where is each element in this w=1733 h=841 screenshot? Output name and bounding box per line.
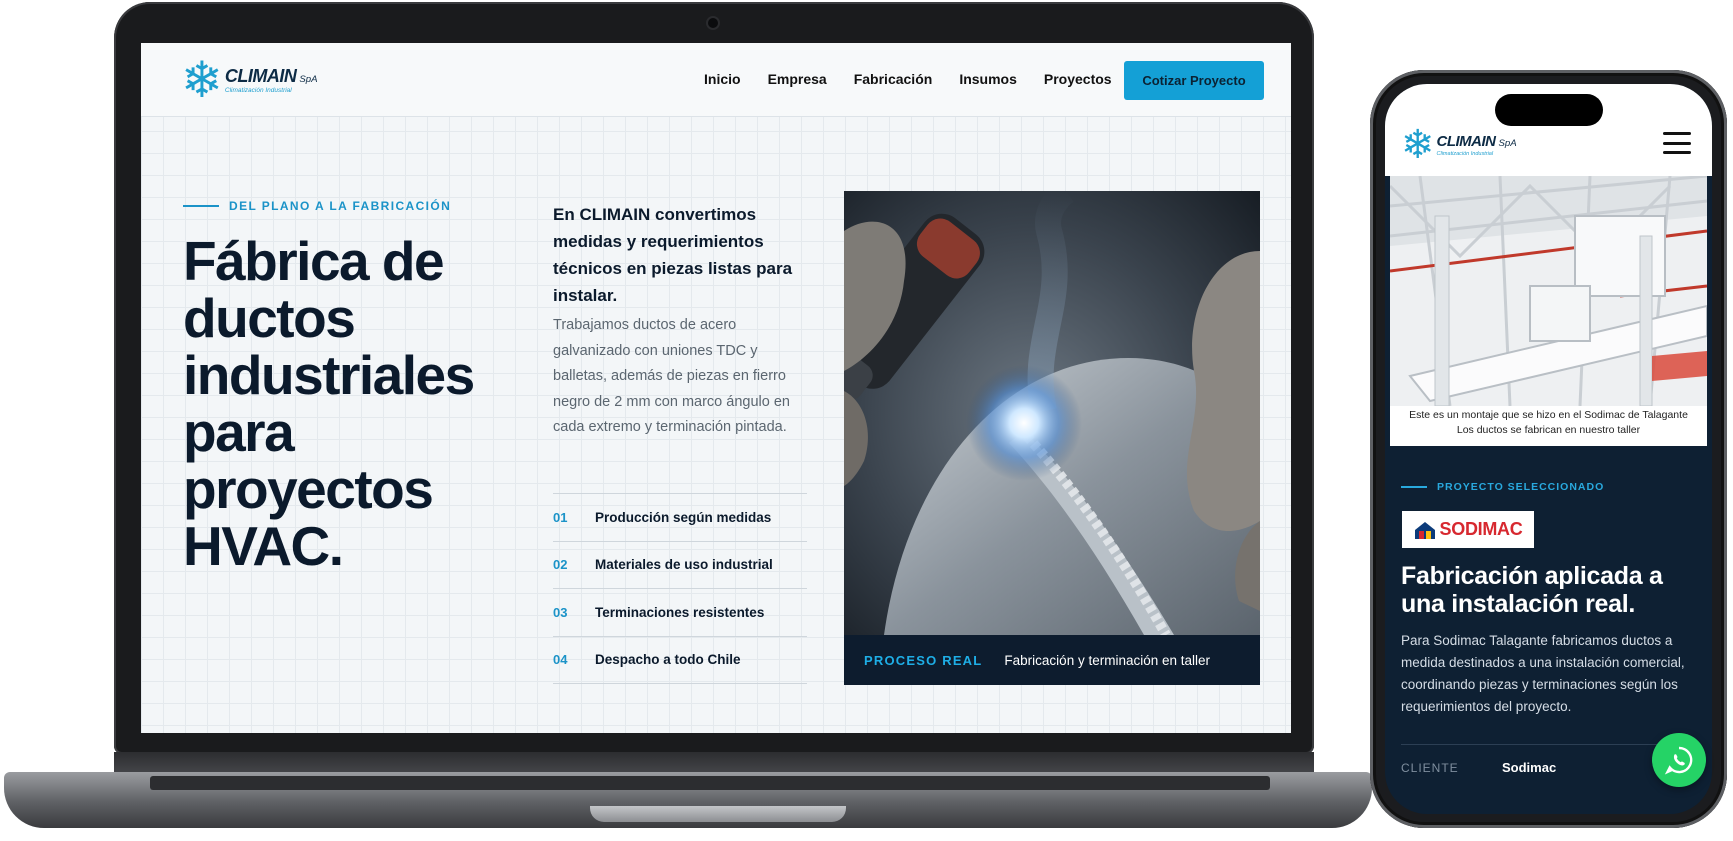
hero-eyebrow: DEL PLANO A LA FABRICACIÓN — [183, 199, 451, 213]
project-photo-card: Este es un montaje que se hizo en el Sod… — [1390, 176, 1707, 446]
project-title: Fabricación aplicada a una instalación r… — [1401, 562, 1663, 618]
list-item: 01 Producción según medidas — [553, 494, 807, 542]
eyebrow-text: PROYECTO SELECCIONADO — [1437, 481, 1605, 493]
logo-suffix: SpA — [299, 74, 318, 85]
feature-label: Producción según medidas — [595, 509, 772, 525]
device-mockup: ❄ CLIMAIN SpA Climatización Industrial In… — [0, 0, 1733, 841]
divider — [1401, 744, 1696, 745]
hamburger-menu-icon[interactable] — [1663, 132, 1691, 154]
sodimac-house-icon — [1414, 521, 1435, 539]
welding-image — [844, 191, 1260, 638]
welding-photo: PROCESO REAL Fabricación y terminación e… — [844, 191, 1260, 685]
eyebrow-rule — [183, 205, 219, 207]
mobile-eyebrow: PROYECTO SELECCIONADO — [1401, 481, 1604, 493]
whatsapp-button[interactable] — [1652, 733, 1706, 787]
photo-caption-label: PROCESO REAL — [864, 652, 983, 668]
nav-fabricacion[interactable]: Fabricación — [854, 71, 933, 87]
eyebrow-text: DEL PLANO A LA FABRICACIÓN — [229, 199, 452, 213]
phone-screen: ❄ CLIMAIN SpA Climatización Industrial E… — [1385, 84, 1712, 814]
project-description: Para Sodimac Talagante fabricamos ductos… — [1401, 633, 1685, 714]
photo-caption-text: Fabricación y terminación en taller — [1004, 652, 1211, 668]
laptop-trackpad-notch — [590, 806, 846, 822]
whatsapp-icon — [1664, 746, 1693, 775]
main-nav: Inicio Empresa Fabricación Insumos Proye… — [704, 71, 1112, 87]
feature-label: Despacho a todo Chile — [595, 652, 741, 668]
laptop-camera — [708, 18, 718, 28]
feature-label: Materiales de uso industrial — [595, 557, 773, 573]
laptop-screen: ❄ CLIMAIN SpA Climatización Industrial In… — [141, 43, 1291, 733]
hero-lead: En CLIMAIN convertimos medidas y requeri… — [553, 205, 793, 305]
cotizar-proyecto-button[interactable]: Cotizar Proyecto — [1124, 61, 1264, 100]
laptop-lid-bottom — [114, 752, 1314, 774]
feature-list: 01 Producción según medidas 02 Materiale… — [553, 493, 807, 684]
logo-tagline: Climatización Industrial — [224, 87, 292, 94]
caption-line-1: Este es un montaje que se hizo en el Sod… — [1409, 409, 1688, 421]
logo-brand: CLIMAIN — [224, 66, 297, 86]
ductwork-image — [1390, 176, 1707, 406]
climain-logo[interactable]: ❄ CLIMAIN SpA Climatización Industrial — [181, 51, 318, 109]
eyebrow-rule — [1401, 486, 1427, 488]
client-value: Sodimac — [1502, 760, 1557, 775]
phone-dynamic-island — [1495, 94, 1603, 126]
feature-number: 04 — [553, 652, 568, 668]
nav-proyectos[interactable]: Proyectos — [1044, 71, 1112, 87]
photo-caption: PROCESO REAL Fabricación y terminación e… — [844, 635, 1260, 685]
feature-number: 01 — [553, 509, 568, 525]
project-photo — [1390, 176, 1707, 406]
list-item: 02 Materiales de uso industrial — [553, 542, 807, 589]
nav-empresa[interactable]: Empresa — [768, 71, 827, 87]
list-item: 04 Despacho a todo Chile — [553, 637, 807, 684]
nav-insumos[interactable]: Insumos — [959, 71, 1017, 87]
feature-label: Terminaciones resistentes — [595, 604, 765, 620]
client-label: CLIENTE — [1401, 761, 1459, 775]
sodimac-logo: SODIMAC — [1402, 511, 1534, 548]
feature-number: 03 — [553, 604, 568, 620]
logo-suffix: SpA — [1498, 138, 1517, 149]
snowflake-logo-icon: ❄ — [1401, 122, 1435, 168]
list-item: 03 Terminaciones resistentes — [553, 589, 807, 637]
sodimac-wordmark: SODIMAC — [1439, 519, 1523, 539]
project-photo-caption: Este es un montaje que se hizo en el Sod… — [1390, 408, 1707, 438]
site-header: ❄ CLIMAIN SpA Climatización Industrial In… — [141, 43, 1291, 117]
logo-tagline: Climatización Industrial — [1436, 151, 1494, 157]
laptop-keyboard — [150, 776, 1270, 790]
logo-brand: CLIMAIN — [1436, 133, 1497, 150]
climain-logo-mobile[interactable]: ❄ CLIMAIN SpA Climatización Industrial — [1401, 122, 1517, 168]
feature-number: 02 — [553, 557, 568, 573]
caption-line-2: Los ductos se fabrican en nuestro taller — [1456, 424, 1641, 436]
hero-body: Trabajamos ductos de acero galvanizado c… — [553, 317, 790, 435]
snowflake-logo-icon: ❄ — [181, 51, 223, 109]
nav-inicio[interactable]: Inicio — [704, 71, 741, 87]
hero-headline: Fábrica de ductos industriales para proy… — [183, 230, 475, 577]
